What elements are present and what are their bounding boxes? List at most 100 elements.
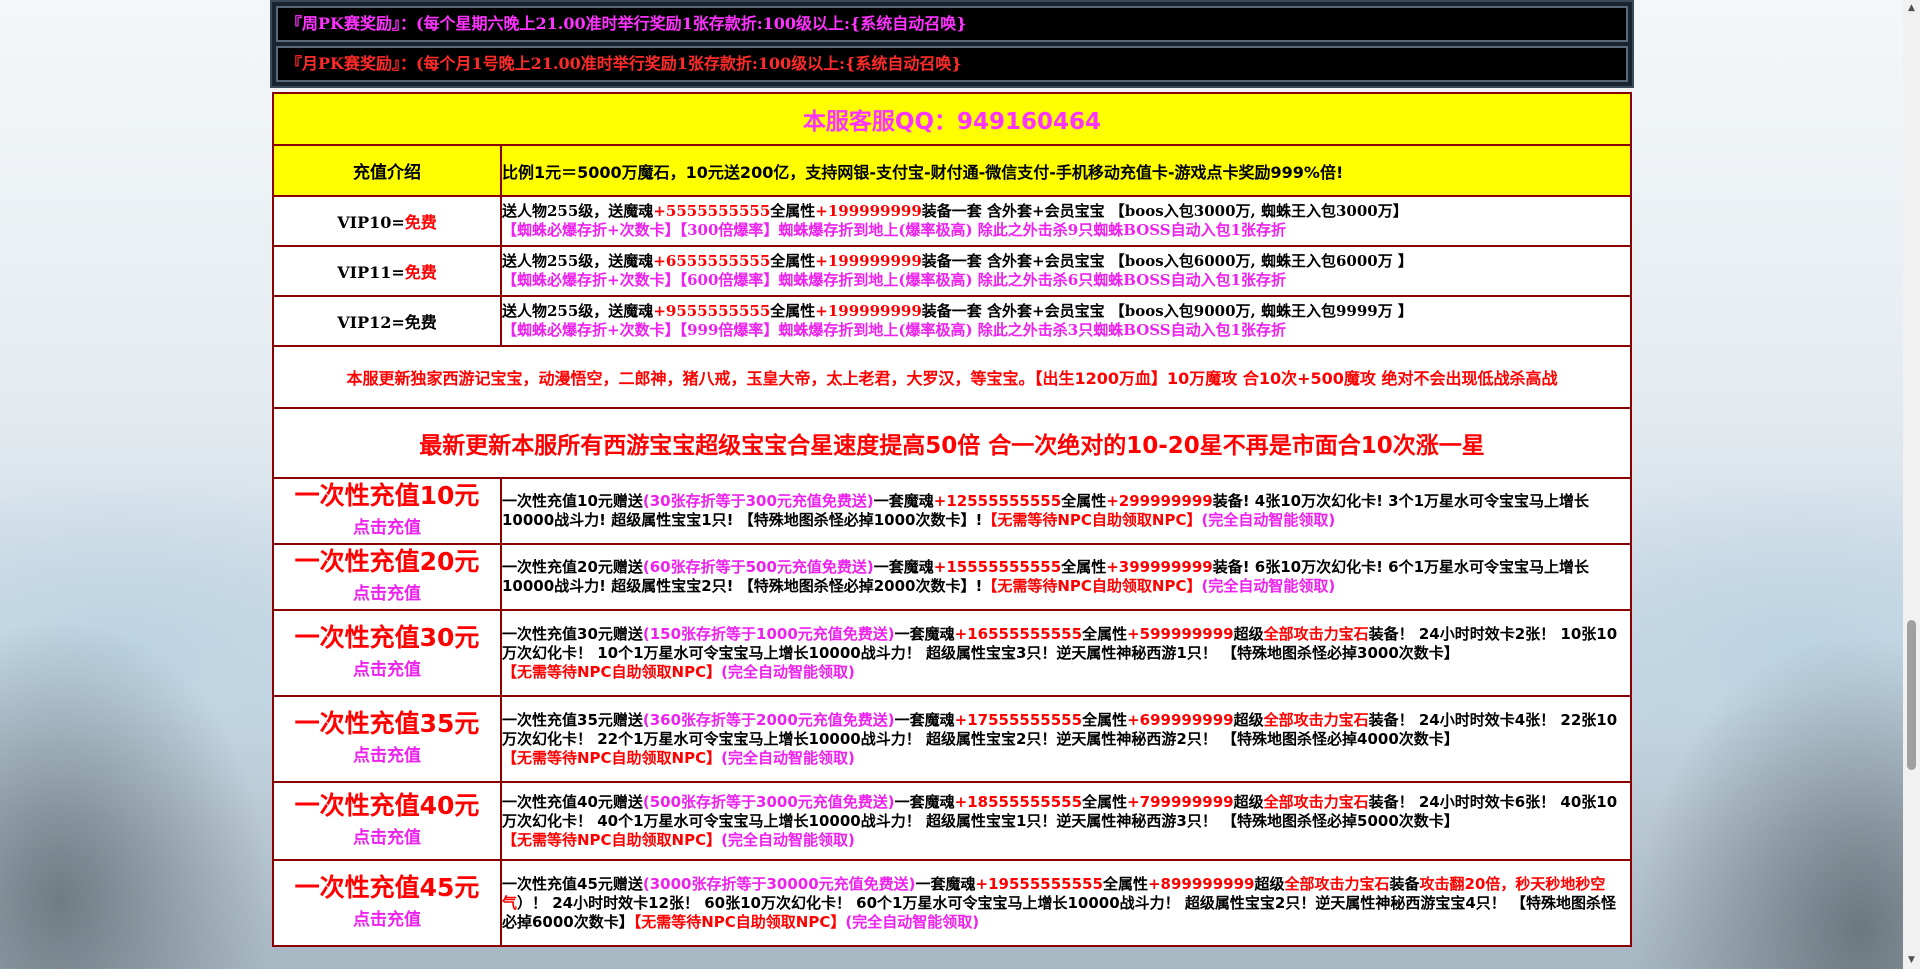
vip-text: 全属性 xyxy=(770,202,816,220)
charge-soul-value: +19555555555 xyxy=(975,874,1103,893)
charge-npc-note: 【无需等待NPC自助领取NPC】 xyxy=(502,830,722,849)
vip-text: 装备一套 含外套+会员宝宝 【boos入包6000万, 蜘蛛王入包6000万 】 xyxy=(921,252,1413,270)
vip-level: VIP10= xyxy=(337,213,405,232)
vip-attr-value: +199999999 xyxy=(815,202,922,220)
charge-description: 一次性充值40元赠送(500张存折等于3000元充值免费送)一套魔魂+18555… xyxy=(500,781,1632,861)
vip-text: 送人物255级，送魔魂 xyxy=(502,302,654,320)
charge-attr-value: +599999999 xyxy=(1127,624,1234,643)
charge-auto-note: (完全自动智能领取) xyxy=(1201,511,1336,529)
vip-label: VIP11=免费 xyxy=(272,245,502,297)
charge-attr-value: +399999999 xyxy=(1106,558,1213,576)
charge-soul-value: +18555555555 xyxy=(954,792,1083,811)
charge-label-cell: 一次性充值10元 点击充值 xyxy=(272,477,502,545)
charge-title: 一次性充值45元 xyxy=(294,873,480,902)
charge-description: 一次性充值45元赠送(3000张存折等于30000元充值免费送)一套魔魂+195… xyxy=(500,859,1632,947)
charge-text: 一次性充值20元赠送 xyxy=(502,558,643,576)
vip-description: 送人物255级，送魔魂+5555555555全属性+199999999装备一套 … xyxy=(500,195,1632,247)
charge-bonus: (500张存折等于3000元充值免费送) xyxy=(642,792,895,811)
charge-bonus: (3000张存折等于30000元充值免费送) xyxy=(642,874,916,893)
vip-free-tag: 免费 xyxy=(404,313,437,332)
charge-row: 一次性充值10元 点击充值 一次性充值10元赠送(30张存折等于300元充值免费… xyxy=(272,477,1632,545)
charge-label-cell: 一次性充值45元 点击充值 xyxy=(272,859,502,947)
charge-text: 一次性充值35元赠送 xyxy=(502,710,643,729)
charge-auto-note: (完全自动智能领取) xyxy=(721,662,855,681)
charge-text: 全属性 xyxy=(1082,624,1128,643)
charge-attr-value: +799999999 xyxy=(1127,792,1234,811)
vip-label: VIP10=免费 xyxy=(272,195,502,247)
vip-free-tag: 免费 xyxy=(404,263,437,282)
charge-text: 一套魔魂 xyxy=(894,792,955,811)
vip-text: 装备一套 含外套+会员宝宝 【boos入包3000万, 蜘蛛王入包3000万】 xyxy=(921,202,1408,220)
charge-title: 一次性充值40元 xyxy=(294,791,480,820)
charge-text: 一套魔魂 xyxy=(915,874,976,893)
vip-row: VIP10=免费 送人物255级，送魔魂+5555555555全属性+19999… xyxy=(272,195,1632,247)
charge-gem-text: 全部攻击力宝石 xyxy=(1263,792,1369,811)
pet-update-announcement: 本服更新独家西游记宝宝，动漫悟空，二郎神，猪八戒，玉皇大帝，太上老君，大罗汉，等… xyxy=(272,345,1632,409)
charge-text: 全属性 xyxy=(1102,874,1148,893)
vip-free-tag: 免费 xyxy=(404,213,437,232)
notice-panel: 『周PK赛奖励』：(每个星期六晚上21.00准时举行奖励1张存款折:100级以上… xyxy=(270,0,1634,88)
charge-bonus: (60张存折等于500元充值免费送) xyxy=(642,558,874,576)
charge-row: 一次性充值45元 点击充值 一次性充值45元赠送(3000张存折等于30000元… xyxy=(272,859,1632,947)
charge-title: 一次性充值20元 xyxy=(294,547,480,576)
charge-text: 超级 xyxy=(1254,874,1285,893)
weekly-pk-notice: 『周PK赛奖励』：(每个星期六晚上21.00准时举行奖励1张存款折:100级以上… xyxy=(276,6,1628,42)
scroll-up-arrow-icon[interactable]: ▲ xyxy=(1903,0,1920,17)
charge-text: 一次性充值45元赠送 xyxy=(502,874,643,893)
charge-gem-text: 全部攻击力宝石 xyxy=(1263,710,1369,729)
charge-attr-value: +899999999 xyxy=(1147,874,1255,893)
charge-title: 一次性充值30元 xyxy=(294,623,480,652)
recharge-link[interactable]: 点击充值 xyxy=(274,579,500,609)
page-scrollbar[interactable]: ▲ ▼ xyxy=(1903,0,1920,969)
charge-auto-note: (完全自动智能领取) xyxy=(721,748,855,767)
recharge-intro-label: 充值介绍 xyxy=(272,144,502,197)
vip-bonus-line: 【蜘蛛必爆存折+次数卡】【300倍爆率】蜘蛛爆存折到地上(爆率极高) 除此之外击… xyxy=(502,221,1287,239)
charge-text: 超级 xyxy=(1233,792,1264,811)
charge-title: 一次性充值35元 xyxy=(294,709,480,738)
charge-npc-note: 【无需等待NPC自助领取NPC】 xyxy=(633,912,846,931)
vip-bonus-line: 【蜘蛛必爆存折+次数卡】【999倍爆率】蜘蛛爆存折到地上(爆率极高) 除此之外击… xyxy=(502,321,1287,339)
charge-row: 一次性充值20元 点击充值 一次性充值20元赠送(60张存折等于500元充值免费… xyxy=(272,543,1632,611)
recharge-link[interactable]: 点击充值 xyxy=(274,823,500,853)
service-qq-title: 本服客服QQ：949160464 xyxy=(272,92,1632,146)
charge-auto-note: (完全自动智能领取) xyxy=(845,912,980,931)
charge-auto-note: (完全自动智能领取) xyxy=(721,830,855,849)
charge-npc-note: 【无需等待NPC自助领取NPC】 xyxy=(982,511,1202,529)
charge-npc-note: 【无需等待NPC自助领取NPC】 xyxy=(982,577,1202,595)
vip-level: VIP11= xyxy=(337,263,405,282)
charge-text: 一次性充值40元赠送 xyxy=(502,792,643,811)
charge-soul-value: +16555555555 xyxy=(954,624,1083,643)
intro-row: 充值介绍 比例1元＝5000万魔石，10元送200亿，支持网银-支付宝-财付通-… xyxy=(272,144,1632,197)
vip-row: VIP12=免费 送人物255级，送魔魂+9555555555全属性+19999… xyxy=(272,295,1632,347)
charge-text: 一套魔魂 xyxy=(894,624,955,643)
charge-text: 一次性充值10元赠送 xyxy=(502,492,643,510)
announce-row-1: 本服更新独家西游记宝宝，动漫悟空，二郎神，猪八戒，玉皇大帝，太上老君，大罗汉，等… xyxy=(272,345,1632,409)
charge-title: 一次性充值10元 xyxy=(294,481,480,510)
recharge-link[interactable]: 点击充值 xyxy=(274,905,500,935)
charge-npc-note: 【无需等待NPC自助领取NPC】 xyxy=(502,748,722,767)
star-speed-announcement: 最新更新本服所有西游宝宝超级宝宝合星速度提高50倍 合一次绝对的10-20星不再… xyxy=(272,407,1632,479)
recharge-link[interactable]: 点击充值 xyxy=(274,741,500,771)
charge-auto-note: (完全自动智能领取) xyxy=(1201,577,1336,595)
charge-description: 一次性充值10元赠送(30张存折等于300元充值免费送)一套魔魂+1255555… xyxy=(500,477,1632,545)
charge-text: 全属性 xyxy=(1082,710,1128,729)
charge-text: 全属性 xyxy=(1061,558,1107,576)
vip-label: VIP12=免费 xyxy=(272,295,502,347)
vip-soul-value: +5555555555 xyxy=(653,202,771,220)
vip-description: 送人物255级，送魔魂+9555555555全属性+199999999装备一套 … xyxy=(500,295,1632,347)
scroll-thumb[interactable] xyxy=(1907,620,1916,770)
charge-text: 全属性 xyxy=(1082,792,1128,811)
charge-soul-value: +12555555555 xyxy=(933,492,1062,510)
charge-label-cell: 一次性充值35元 点击充值 xyxy=(272,695,502,783)
recharge-link[interactable]: 点击充值 xyxy=(274,655,500,685)
recharge-link[interactable]: 点击充值 xyxy=(274,513,500,543)
charge-label-cell: 一次性充值30元 点击充值 xyxy=(272,609,502,697)
vip-level: VIP12= xyxy=(337,313,405,332)
charge-label-cell: 一次性充值20元 点击充值 xyxy=(272,543,502,611)
vip-text: 送人物255级，送魔魂 xyxy=(502,202,654,220)
charge-text: 一套魔魂 xyxy=(894,710,955,729)
charge-description: 一次性充值20元赠送(60张存折等于500元充值免费送)一套魔魂+1555555… xyxy=(500,543,1632,611)
scroll-down-arrow-icon[interactable]: ▼ xyxy=(1903,952,1920,969)
vip-text: 装备一套 含外套+会员宝宝 【boos入包9000万, 蜘蛛王入包9999万 】 xyxy=(921,302,1413,320)
charge-text: 超级 xyxy=(1233,624,1264,643)
